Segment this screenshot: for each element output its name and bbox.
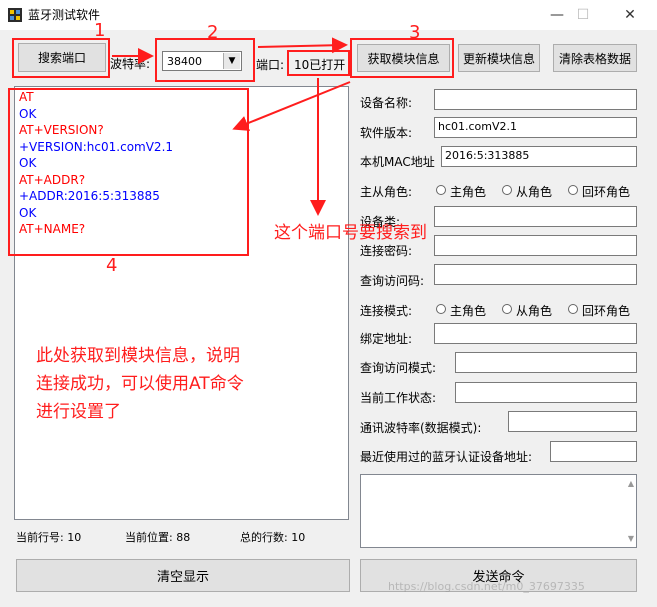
success-note-line: 此处获取到模块信息，说明 [36, 346, 240, 366]
port-note: 这个端口号要搜索到 [274, 223, 427, 243]
success-note-line: 连接成功，可以使用AT命令 [36, 374, 244, 394]
arrow-to-console [232, 81, 351, 131]
success-note: 此处获取到模块信息，说明 连接成功，可以使用AT命令 进行设置了 [36, 342, 244, 426]
annotation-arrows [112, 37, 351, 216]
arrow-to-get-info [257, 37, 348, 54]
success-note-line: 进行设置了 [36, 402, 121, 422]
